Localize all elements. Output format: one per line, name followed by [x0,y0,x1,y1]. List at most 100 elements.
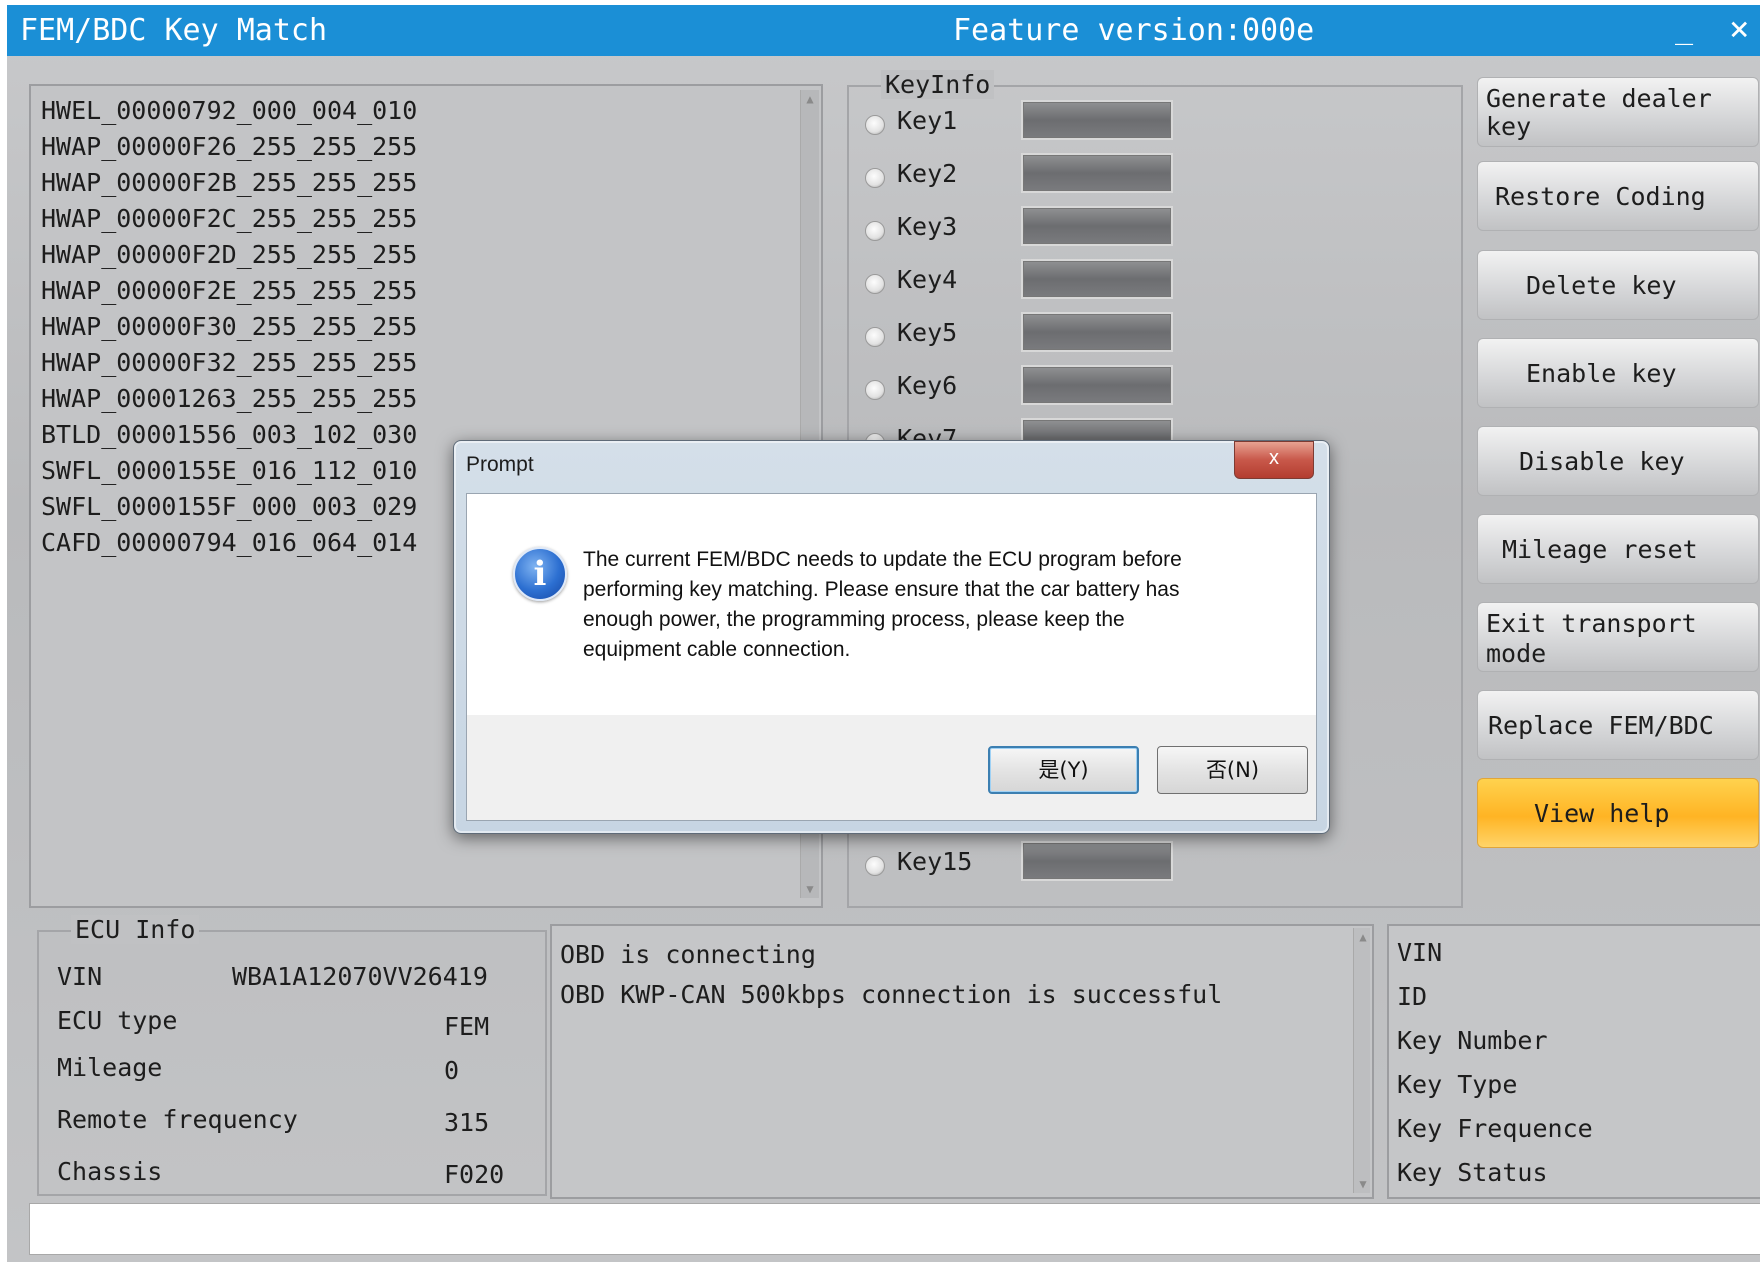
key-label: Key6 [897,371,958,400]
delete-key-button[interactable]: Delete key [1477,250,1759,320]
key-details-panel: VIN ID Key Number Key Type Key Frequence… [1387,924,1760,1199]
app-title: FEM/BDC Key Match [20,13,328,48]
dialog-footer: 是(Y) 否(N) [466,715,1317,821]
ecu-type-label: ECU type [57,1006,178,1035]
button-label: View help [1534,799,1670,828]
button-label: Delete key [1526,271,1677,300]
radio-button[interactable] [865,221,885,241]
list-item[interactable]: HWAP_00000F2D_255_255_255 [41,240,417,269]
vin-value: WBA1A12070VV26419 [232,962,488,991]
dialog-message-line: The current FEM/BDC needs to update the … [583,548,1182,571]
minimize-button[interactable]: _ [1675,11,1693,46]
generate-dealer-key-button[interactable]: Generate dealer key [1477,77,1759,147]
exit-transport-mode-button[interactable]: Exit transport mode [1477,602,1759,672]
log-panel[interactable]: OBD is connecting OBD KWP-CAN 500kbps co… [550,924,1374,1199]
chassis-value: F020 [444,1160,505,1189]
title-bar: FEM/BDC Key Match Feature version:000e _… [7,5,1760,56]
keyinfo-title: KeyInfo [881,70,995,99]
radio-button[interactable] [865,115,885,135]
key-detail-frequence: Key Frequence [1397,1114,1593,1143]
remote-frequency-value: 315 [444,1108,490,1137]
log-line: OBD KWP-CAN 500kbps connection is succes… [560,980,1223,1009]
feature-version: Feature version:000e [953,13,1315,48]
dialog-close-button[interactable]: x [1234,441,1314,479]
key-label: Key2 [897,159,958,188]
button-label: Enable key [1526,359,1677,388]
prompt-dialog: Prompt x i The current FEM/BDC needs to … [453,440,1330,834]
list-item[interactable]: HWAP_00000F2E_255_255_255 [41,276,417,305]
radio-button[interactable] [865,380,885,400]
key-status-bar [1021,365,1173,405]
key-status-bar [1021,206,1173,246]
list-item[interactable]: HWEL_00000792_000_004_010 [41,96,417,125]
replace-fem-bdc-button[interactable]: Replace FEM/BDC [1477,690,1759,760]
key-status-bar [1021,153,1173,193]
key-status-bar [1021,100,1173,140]
log-line: OBD is connecting [560,940,816,969]
key-detail-id: ID [1397,982,1428,1011]
scroll-up-arrow-icon[interactable]: ▲ [1356,930,1370,944]
log-scrollbar[interactable]: ▲ ▼ [1353,928,1370,1193]
ecu-info-title: ECU Info [71,915,200,944]
button-label: key [1486,112,1532,141]
button-label: Mileage reset [1502,535,1698,564]
vin-label: VIN [57,962,103,991]
list-item[interactable]: HWAP_00000F2C_255_255_255 [41,204,417,233]
dialog-message-line: performing key matching. Please ensure t… [583,578,1180,601]
radio-button[interactable] [865,168,885,188]
list-item[interactable]: HWAP_00000F26_255_255_255 [41,132,417,161]
key-label: Key4 [897,265,958,294]
list-item[interactable]: HWAP_00000F30_255_255_255 [41,312,417,341]
dialog-message-line: equipment cable connection. [583,638,851,661]
ecu-type-value: FEM [444,1012,490,1041]
dialog-title: Prompt [466,453,534,476]
key-detail-number: Key Number [1397,1026,1548,1055]
dialog-body: i The current FEM/BDC needs to update th… [466,493,1317,717]
disable-key-button[interactable]: Disable key [1477,426,1759,496]
mileage-label: Mileage [57,1053,163,1082]
key-status-bar [1021,841,1173,881]
remote-frequency-label: Remote frequency [57,1105,298,1134]
list-item[interactable]: HWAP_00001263_255_255_255 [41,384,417,413]
list-item[interactable]: HWAP_00000F2B_255_255_255 [41,168,417,197]
mileage-reset-button[interactable]: Mileage reset [1477,514,1759,584]
scroll-down-arrow-icon[interactable]: ▼ [803,882,817,896]
enable-key-button[interactable]: Enable key [1477,338,1759,408]
mileage-value: 0 [444,1056,460,1085]
key-label: Key1 [897,106,958,135]
radio-button[interactable] [865,274,885,294]
key-label: Key3 [897,212,958,241]
button-label: mode [1486,639,1547,668]
button-label: Restore Coding [1495,182,1706,211]
key-detail-status: Key Status [1397,1158,1548,1187]
button-label: Exit transport [1486,609,1697,638]
view-help-button[interactable]: View help [1477,778,1759,848]
yes-button[interactable]: 是(Y) [988,746,1139,794]
button-label: Generate dealer [1486,84,1712,113]
info-icon: i [513,547,567,601]
dialog-message-line: enough power, the programming process, p… [583,608,1125,631]
no-button[interactable]: 否(N) [1157,746,1308,794]
scroll-down-arrow-icon[interactable]: ▼ [1356,1177,1370,1191]
button-label: Disable key [1519,447,1685,476]
ecu-info-group: ECU Info VIN WBA1A12070VV26419 ECU type … [37,915,547,1196]
key-detail-vin: VIN [1397,938,1443,967]
list-item[interactable]: SWFL_0000155F_000_003_029 [41,492,417,521]
restore-coding-button[interactable]: Restore Coding [1477,161,1759,231]
close-button[interactable]: × [1729,9,1749,49]
status-bar [29,1203,1760,1255]
radio-button[interactable] [865,327,885,347]
scroll-up-arrow-icon[interactable]: ▲ [803,92,817,106]
key-label: Key15 [897,847,973,876]
list-item[interactable]: HWAP_00000F32_255_255_255 [41,348,417,377]
key-status-bar [1021,259,1173,299]
button-label: Replace FEM/BDC [1488,711,1714,740]
list-item[interactable]: CAFD_00000794_016_064_014 [41,528,417,557]
key-status-bar [1021,312,1173,352]
chassis-label: Chassis [57,1157,163,1186]
key-detail-type: Key Type [1397,1070,1518,1099]
list-item[interactable]: BTLD_00001556_003_102_030 [41,420,417,449]
key-label: Key5 [897,318,958,347]
list-item[interactable]: SWFL_0000155E_016_112_010 [41,456,417,485]
radio-button[interactable] [865,856,885,876]
